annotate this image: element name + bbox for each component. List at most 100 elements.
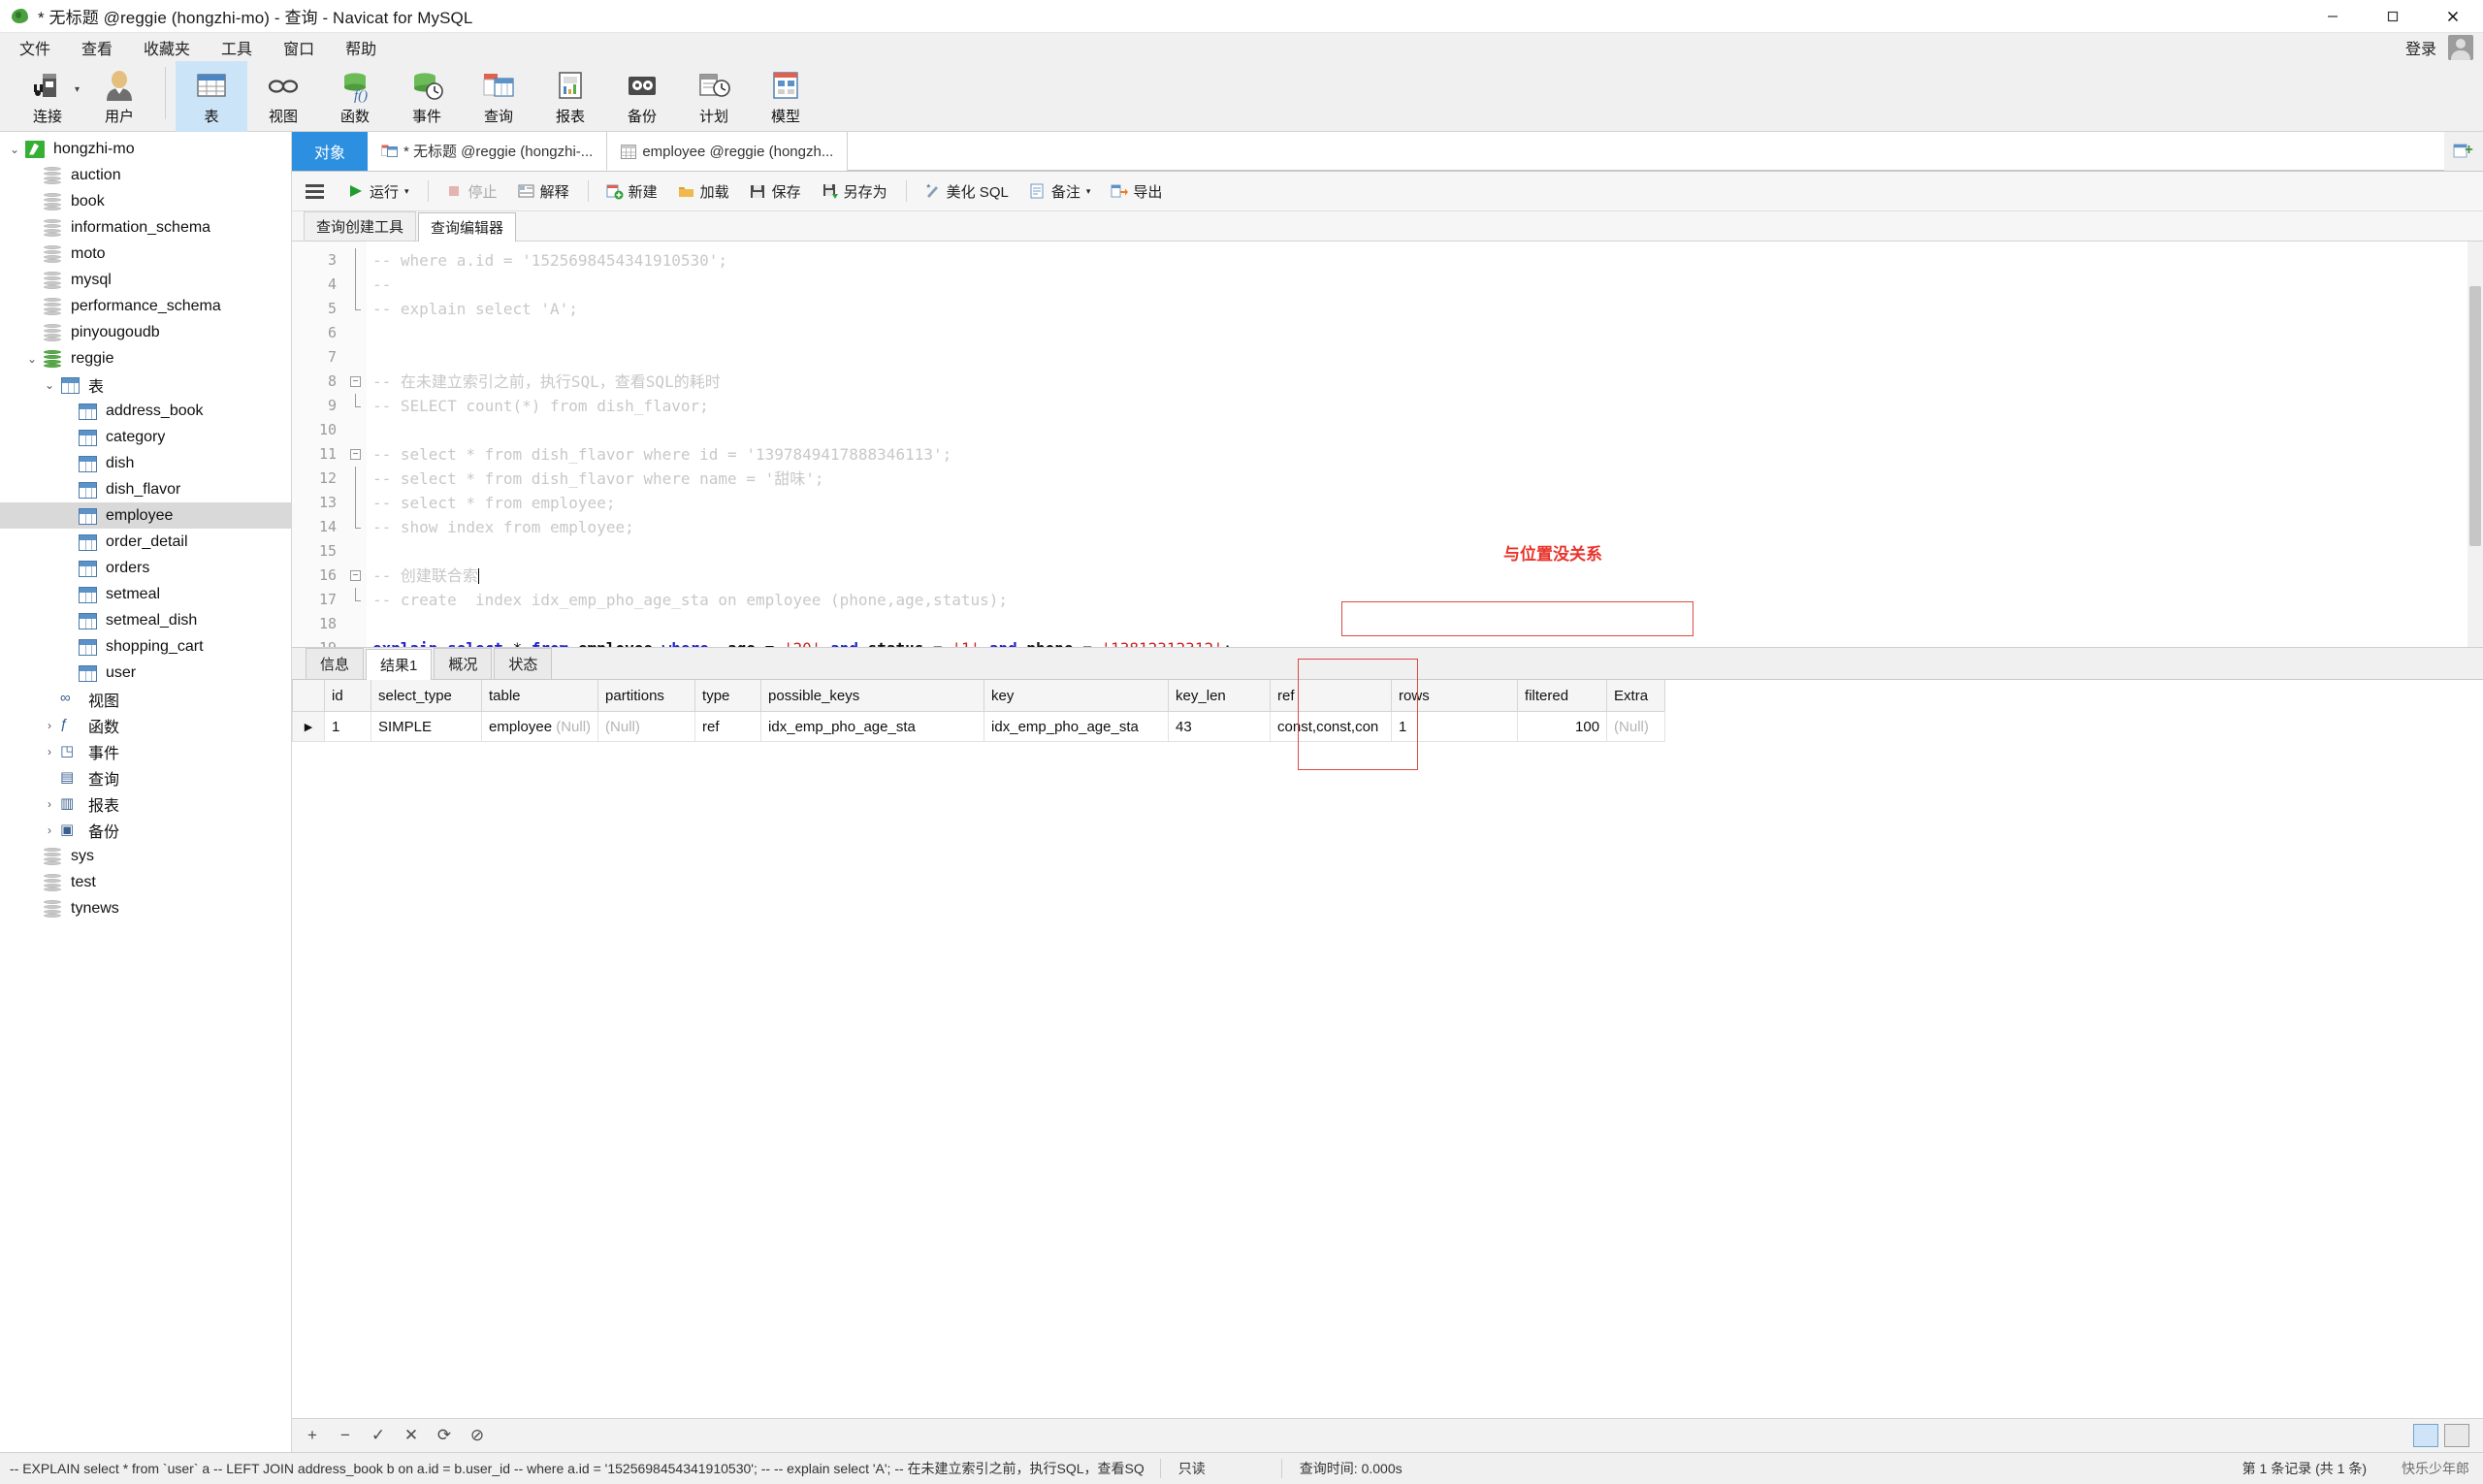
tree-node-user[interactable]: user — [0, 660, 291, 686]
code-line[interactable]: -- show index from employee; — [367, 515, 2483, 539]
tree-node-hongzhimo[interactable]: ⌄ hongzhi-mo — [0, 136, 291, 162]
menu-view[interactable]: 查看 — [68, 32, 126, 63]
table-row[interactable]: ▶ 1 SIMPLE employee (Null) (Null) ref idx_emp_… — [292, 711, 1666, 742]
query-button-new[interactable]: 新建 — [597, 178, 666, 205]
cell-key[interactable]: idx_emp_pho_age_sta — [984, 711, 1170, 742]
tree-node-auction[interactable]: auction — [0, 162, 291, 188]
code-line[interactable]: -- select * from employee; — [367, 491, 2483, 515]
minimize-button[interactable] — [2303, 0, 2363, 32]
tree-node-[interactable]: › ▣ 备份 — [0, 817, 291, 843]
grid-view-icon[interactable] — [2413, 1424, 2438, 1447]
explain-result-grid[interactable]: id select_type table partitions type possible… — [292, 680, 1666, 742]
tree-node-[interactable]: ▤ 查询 — [0, 764, 291, 790]
code-line[interactable]: -- select * from dish_flavor where id = … — [367, 442, 2483, 467]
chevron-down-icon[interactable]: ⌄ — [23, 352, 41, 366]
tree-node-mysql[interactable]: mysql — [0, 267, 291, 293]
fold-cell[interactable]: − — [345, 370, 367, 394]
column-header-Extra[interactable]: Extra — [1606, 680, 1666, 712]
tab-query-untitled[interactable]: * 无标题 @reggie (hongzhi-... — [368, 132, 608, 171]
fold-gutter[interactable]: − − − — [345, 242, 367, 647]
code-line[interactable] — [367, 539, 2483, 564]
stop-button[interactable]: ⊘ — [468, 1426, 486, 1445]
add-record-button[interactable]: + — [304, 1426, 321, 1445]
tree-node-information_schema[interactable]: information_schema — [0, 214, 291, 241]
fold-cell[interactable] — [345, 491, 367, 515]
code-line[interactable]: -- — [367, 273, 2483, 297]
cell-filtered[interactable]: 100 — [1517, 711, 1608, 742]
chevron-right-icon[interactable]: › — [41, 823, 58, 837]
tree-node-sys[interactable]: sys — [0, 843, 291, 869]
fold-cell[interactable] — [345, 467, 367, 491]
code-line[interactable] — [367, 321, 2483, 345]
fold-cell[interactable] — [345, 321, 367, 345]
toolbar-button-model[interactable]: 模型 — [750, 61, 822, 135]
code-line[interactable]: -- 在未建立索引之前，执行SQL，查看SQL的耗时 — [367, 370, 2483, 394]
code-line[interactable]: -- where a.id = '1525698454341910530'; — [367, 248, 2483, 273]
fold-cell[interactable] — [345, 636, 367, 647]
tree-node-reggie[interactable]: ⌄ reggie — [0, 345, 291, 371]
cancel-change-button[interactable]: ✕ — [403, 1426, 420, 1445]
result-tab-信息[interactable]: 信息 — [306, 648, 365, 679]
column-header-id[interactable]: id — [324, 680, 371, 712]
tab-query-builder[interactable]: 查询创建工具 — [304, 211, 417, 241]
editor-scrollbar[interactable] — [2467, 242, 2483, 647]
form-view-icon[interactable] — [2444, 1424, 2469, 1447]
fold-collapse-icon[interactable]: − — [350, 376, 361, 387]
fold-cell[interactable] — [345, 612, 367, 636]
maximize-button[interactable] — [2363, 0, 2423, 32]
refresh-button[interactable]: ⟳ — [435, 1426, 453, 1445]
tree-node-moto[interactable]: moto — [0, 241, 291, 267]
tree-node-[interactable]: ∞ 视图 — [0, 686, 291, 712]
tree-node-address_book[interactable]: address_book — [0, 398, 291, 424]
tab-objects[interactable]: 对象 — [292, 132, 368, 171]
cell-select_type[interactable]: SIMPLE — [371, 711, 482, 742]
tree-node-pinyougoudb[interactable]: pinyougoudb — [0, 319, 291, 345]
chevron-right-icon[interactable]: › — [41, 797, 58, 811]
tab-query-editor[interactable]: 查询编辑器 — [418, 212, 517, 242]
result-tab-状态[interactable]: 状态 — [494, 648, 553, 679]
tree-node-setmeal[interactable]: setmeal — [0, 581, 291, 607]
code-line[interactable]: -- 创建联合索 — [367, 564, 2483, 588]
query-button-save-as[interactable]: 另存为 — [812, 178, 896, 205]
code-line[interactable]: -- explain select 'A'; — [367, 297, 2483, 321]
fold-cell[interactable] — [345, 515, 367, 539]
cell-key_len[interactable]: 43 — [1168, 711, 1272, 742]
chevron-down-icon[interactable]: ▾ — [75, 84, 80, 95]
result-tab-概况[interactable]: 概况 — [434, 648, 493, 679]
code-line[interactable]: -- SELECT count(*) from dish_flavor; — [367, 394, 2483, 418]
chevron-right-icon[interactable]: › — [41, 719, 58, 732]
column-header-partitions[interactable]: partitions — [597, 680, 696, 712]
column-header-table[interactable]: table — [480, 680, 599, 712]
tree-node-[interactable]: › ▥ 报表 — [0, 790, 291, 817]
tree-node-book[interactable]: book — [0, 188, 291, 214]
toolbar-button-table[interactable]: 表 — [176, 61, 247, 135]
fold-cell[interactable] — [345, 539, 367, 564]
tree-node-dish[interactable]: dish — [0, 450, 291, 476]
cell-table[interactable]: employee (Null) — [480, 711, 599, 742]
object-tree-sidebar[interactable]: ⌄ hongzhi-mo auction book information_schema… — [0, 132, 292, 1452]
fold-cell[interactable]: − — [345, 442, 367, 467]
cell-possible_keys[interactable]: idx_emp_pho_age_sta — [760, 711, 985, 742]
toolbar-button-event[interactable]: 事件 — [391, 61, 463, 135]
column-header-key_len[interactable]: key_len — [1168, 680, 1272, 712]
tree-node-dish_flavor[interactable]: dish_flavor — [0, 476, 291, 502]
new-tab-button[interactable] — [2444, 132, 2483, 171]
fold-cell[interactable] — [345, 297, 367, 321]
fold-cell[interactable] — [345, 394, 367, 418]
tree-node-performance_schema[interactable]: performance_schema — [0, 293, 291, 319]
tree-node-[interactable]: › ◳ 事件 — [0, 738, 291, 764]
avatar[interactable] — [2448, 34, 2473, 60]
login-label[interactable]: 登录 — [2405, 36, 2436, 59]
tree-node-tynews[interactable]: tynews — [0, 895, 291, 921]
chevron-down-icon[interactable]: ⌄ — [41, 378, 58, 392]
tree-node-[interactable]: › ƒ 函数 — [0, 712, 291, 738]
hamburger-icon[interactable] — [306, 183, 324, 199]
fold-cell[interactable] — [345, 248, 367, 273]
query-button-comment[interactable]: 备注 ▾ — [1019, 178, 1100, 205]
tree-node-test[interactable]: test — [0, 869, 291, 895]
query-button-explain[interactable]: 解释 — [508, 178, 578, 205]
chevron-right-icon[interactable]: › — [41, 745, 58, 758]
query-button-save[interactable]: 保存 — [740, 178, 810, 205]
toolbar-button-query[interactable]: 查询 — [463, 61, 534, 135]
tree-node-setmeal_dish[interactable]: setmeal_dish — [0, 607, 291, 633]
